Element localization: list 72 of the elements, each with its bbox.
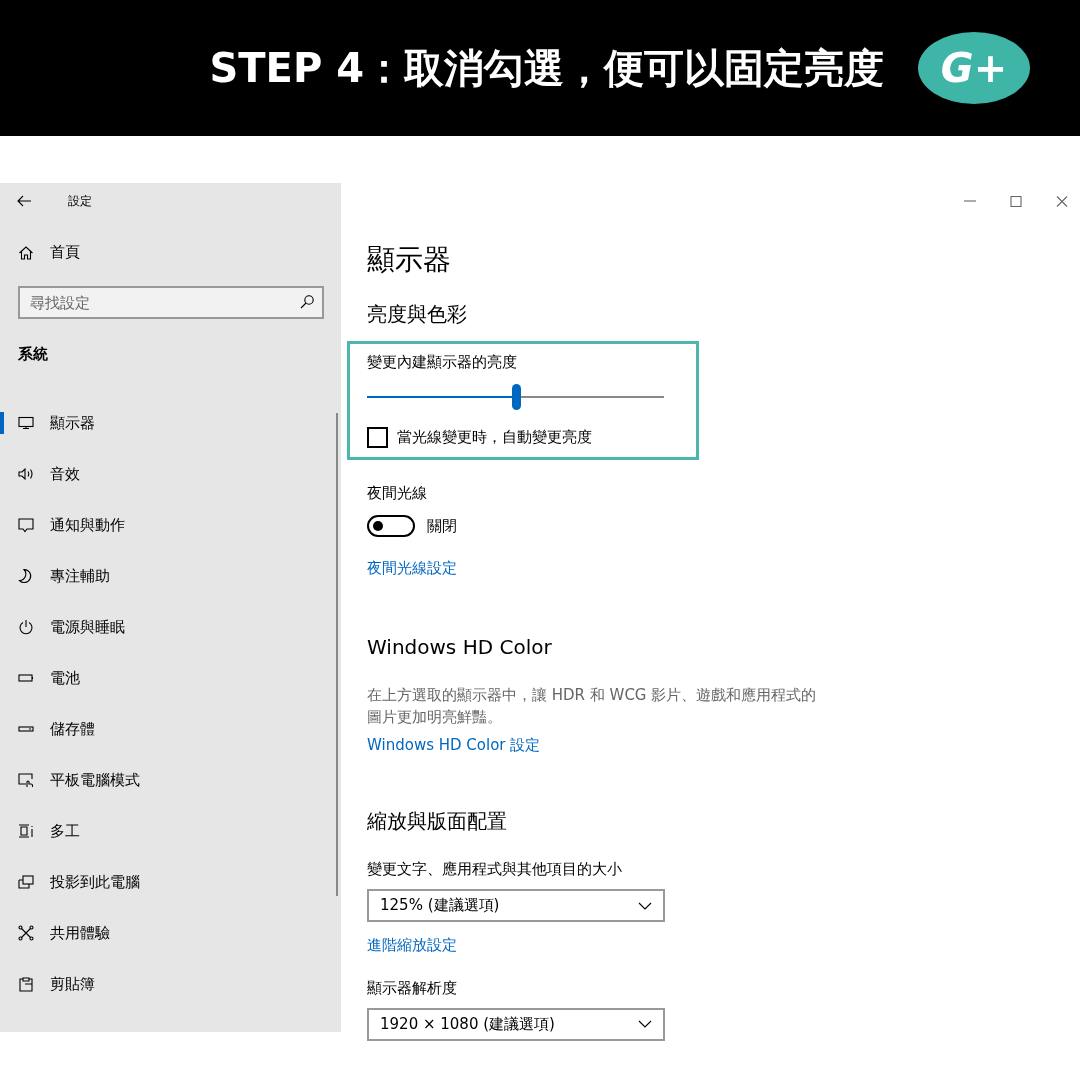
sidebar-item[interactable]: 多工 bbox=[0, 805, 341, 857]
sidebar-item-label: 儲存體 bbox=[50, 718, 95, 740]
home-icon bbox=[18, 244, 34, 261]
hd-color-settings-link[interactable]: Windows HD Color 設定 bbox=[367, 733, 541, 756]
close-icon bbox=[1054, 195, 1070, 207]
search-field[interactable]: 尋找設定 bbox=[18, 286, 324, 319]
dropdown-value: 1920 × 1080 (建議選項) bbox=[380, 1013, 555, 1035]
sidebar-item-label: 專注輔助 bbox=[50, 565, 110, 587]
sidebar-item[interactable]: 電源與睡眠 bbox=[0, 601, 341, 653]
sidebar-item-label: 音效 bbox=[50, 463, 80, 485]
description-text: 在上方選取的顯示器中，讓 HDR 和 WCG 影片、遊戲和應用程式的圖片更加明亮鮮豔。 bbox=[367, 684, 818, 728]
resolution-dropdown[interactable]: 1920 × 1080 (建議選項) bbox=[367, 1007, 665, 1041]
project-screen-icon bbox=[18, 874, 34, 890]
banner-title: STEP 4：取消勾選，便可以固定亮度 bbox=[209, 44, 884, 93]
setting-label: 夜間光線 bbox=[367, 482, 427, 504]
window-title: 設定 bbox=[68, 193, 92, 210]
sidebar-item-label: 通知與動作 bbox=[50, 514, 125, 536]
sidebar-item[interactable]: 投影到此電腦 bbox=[0, 856, 341, 908]
clipboard-icon bbox=[18, 976, 34, 992]
setting-label: 顯示器解析度 bbox=[367, 977, 457, 999]
moon-icon bbox=[18, 568, 34, 584]
scrollbar[interactable] bbox=[336, 413, 338, 896]
close-button[interactable] bbox=[1054, 195, 1070, 207]
slider-thumb[interactable] bbox=[511, 384, 521, 410]
sidebar-item-label: 電池 bbox=[50, 667, 80, 689]
section-heading: 亮度與色彩 bbox=[367, 301, 468, 328]
logo: G+ bbox=[918, 32, 1030, 104]
checkbox-label: 當光線變更時，自動變更亮度 bbox=[397, 427, 592, 448]
sidebar-item[interactable]: 音效 bbox=[0, 448, 341, 500]
maximize-icon bbox=[1008, 195, 1024, 207]
toggle-state: 關閉 bbox=[427, 515, 457, 537]
home-link[interactable]: 首頁 bbox=[0, 227, 341, 278]
section-heading: Windows HD Color bbox=[367, 633, 553, 661]
network-nodes-icon bbox=[18, 925, 34, 941]
speaker-icon bbox=[18, 466, 34, 482]
sidebar-item[interactable]: 電池 bbox=[0, 652, 341, 704]
sidebar-item[interactable]: 專注輔助 bbox=[0, 550, 341, 602]
sidebar-item-label: 多工 bbox=[50, 820, 80, 842]
sidebar-item[interactable]: 剪貼簿 bbox=[0, 958, 341, 1010]
sidebar-item-label: 剪貼簿 bbox=[50, 973, 95, 995]
slider-label: 變更內建顯示器的亮度 bbox=[367, 352, 517, 373]
back-arrow-icon bbox=[16, 193, 32, 209]
scale-dropdown[interactable]: 125% (建議選項) bbox=[367, 889, 665, 922]
section-heading: 縮放與版面配置 bbox=[367, 808, 508, 835]
sidebar-item[interactable]: 儲存體 bbox=[0, 703, 341, 755]
sidebar-item-label: 電源與睡眠 bbox=[50, 616, 125, 638]
toggle-switch[interactable] bbox=[367, 514, 415, 537]
sidebar-item-label: 投影到此電腦 bbox=[50, 871, 140, 893]
sidebar-item[interactable]: 平板電腦模式 bbox=[0, 754, 341, 806]
search-icon bbox=[299, 294, 315, 310]
speech-bubble-icon bbox=[18, 517, 34, 533]
sidebar-item-label: 顯示器 bbox=[50, 412, 95, 434]
home-label: 首頁 bbox=[50, 242, 80, 264]
sidebar-item-label: 共用體驗 bbox=[50, 922, 110, 944]
page-title: 顯示器 bbox=[367, 242, 452, 278]
setting-label: 變更文字、應用程式與其他項目的大小 bbox=[367, 859, 622, 880]
monitor-icon bbox=[18, 415, 34, 431]
multitask-icon bbox=[18, 823, 34, 839]
dropdown-value: 125% (建議選項) bbox=[380, 895, 500, 917]
sidebar-item-label: 平板電腦模式 bbox=[50, 769, 140, 791]
sidebar-item[interactable]: 共用體驗 bbox=[0, 907, 341, 959]
section-heading: 系統 bbox=[18, 344, 49, 365]
back-button[interactable] bbox=[16, 193, 32, 209]
sidebar-item[interactable]: 通知與動作 bbox=[0, 499, 341, 551]
advanced-scaling-link[interactable]: 進階縮放設定 bbox=[367, 934, 457, 957]
maximize-button[interactable] bbox=[1008, 195, 1024, 207]
tablet-touch-icon bbox=[18, 772, 34, 788]
night-light-settings-link[interactable]: 夜間光線設定 bbox=[367, 557, 457, 580]
checkbox[interactable] bbox=[367, 426, 388, 448]
minimize-icon bbox=[962, 200, 978, 202]
power-icon bbox=[18, 619, 34, 635]
sidebar-item[interactable]: 顯示器 bbox=[0, 397, 341, 449]
